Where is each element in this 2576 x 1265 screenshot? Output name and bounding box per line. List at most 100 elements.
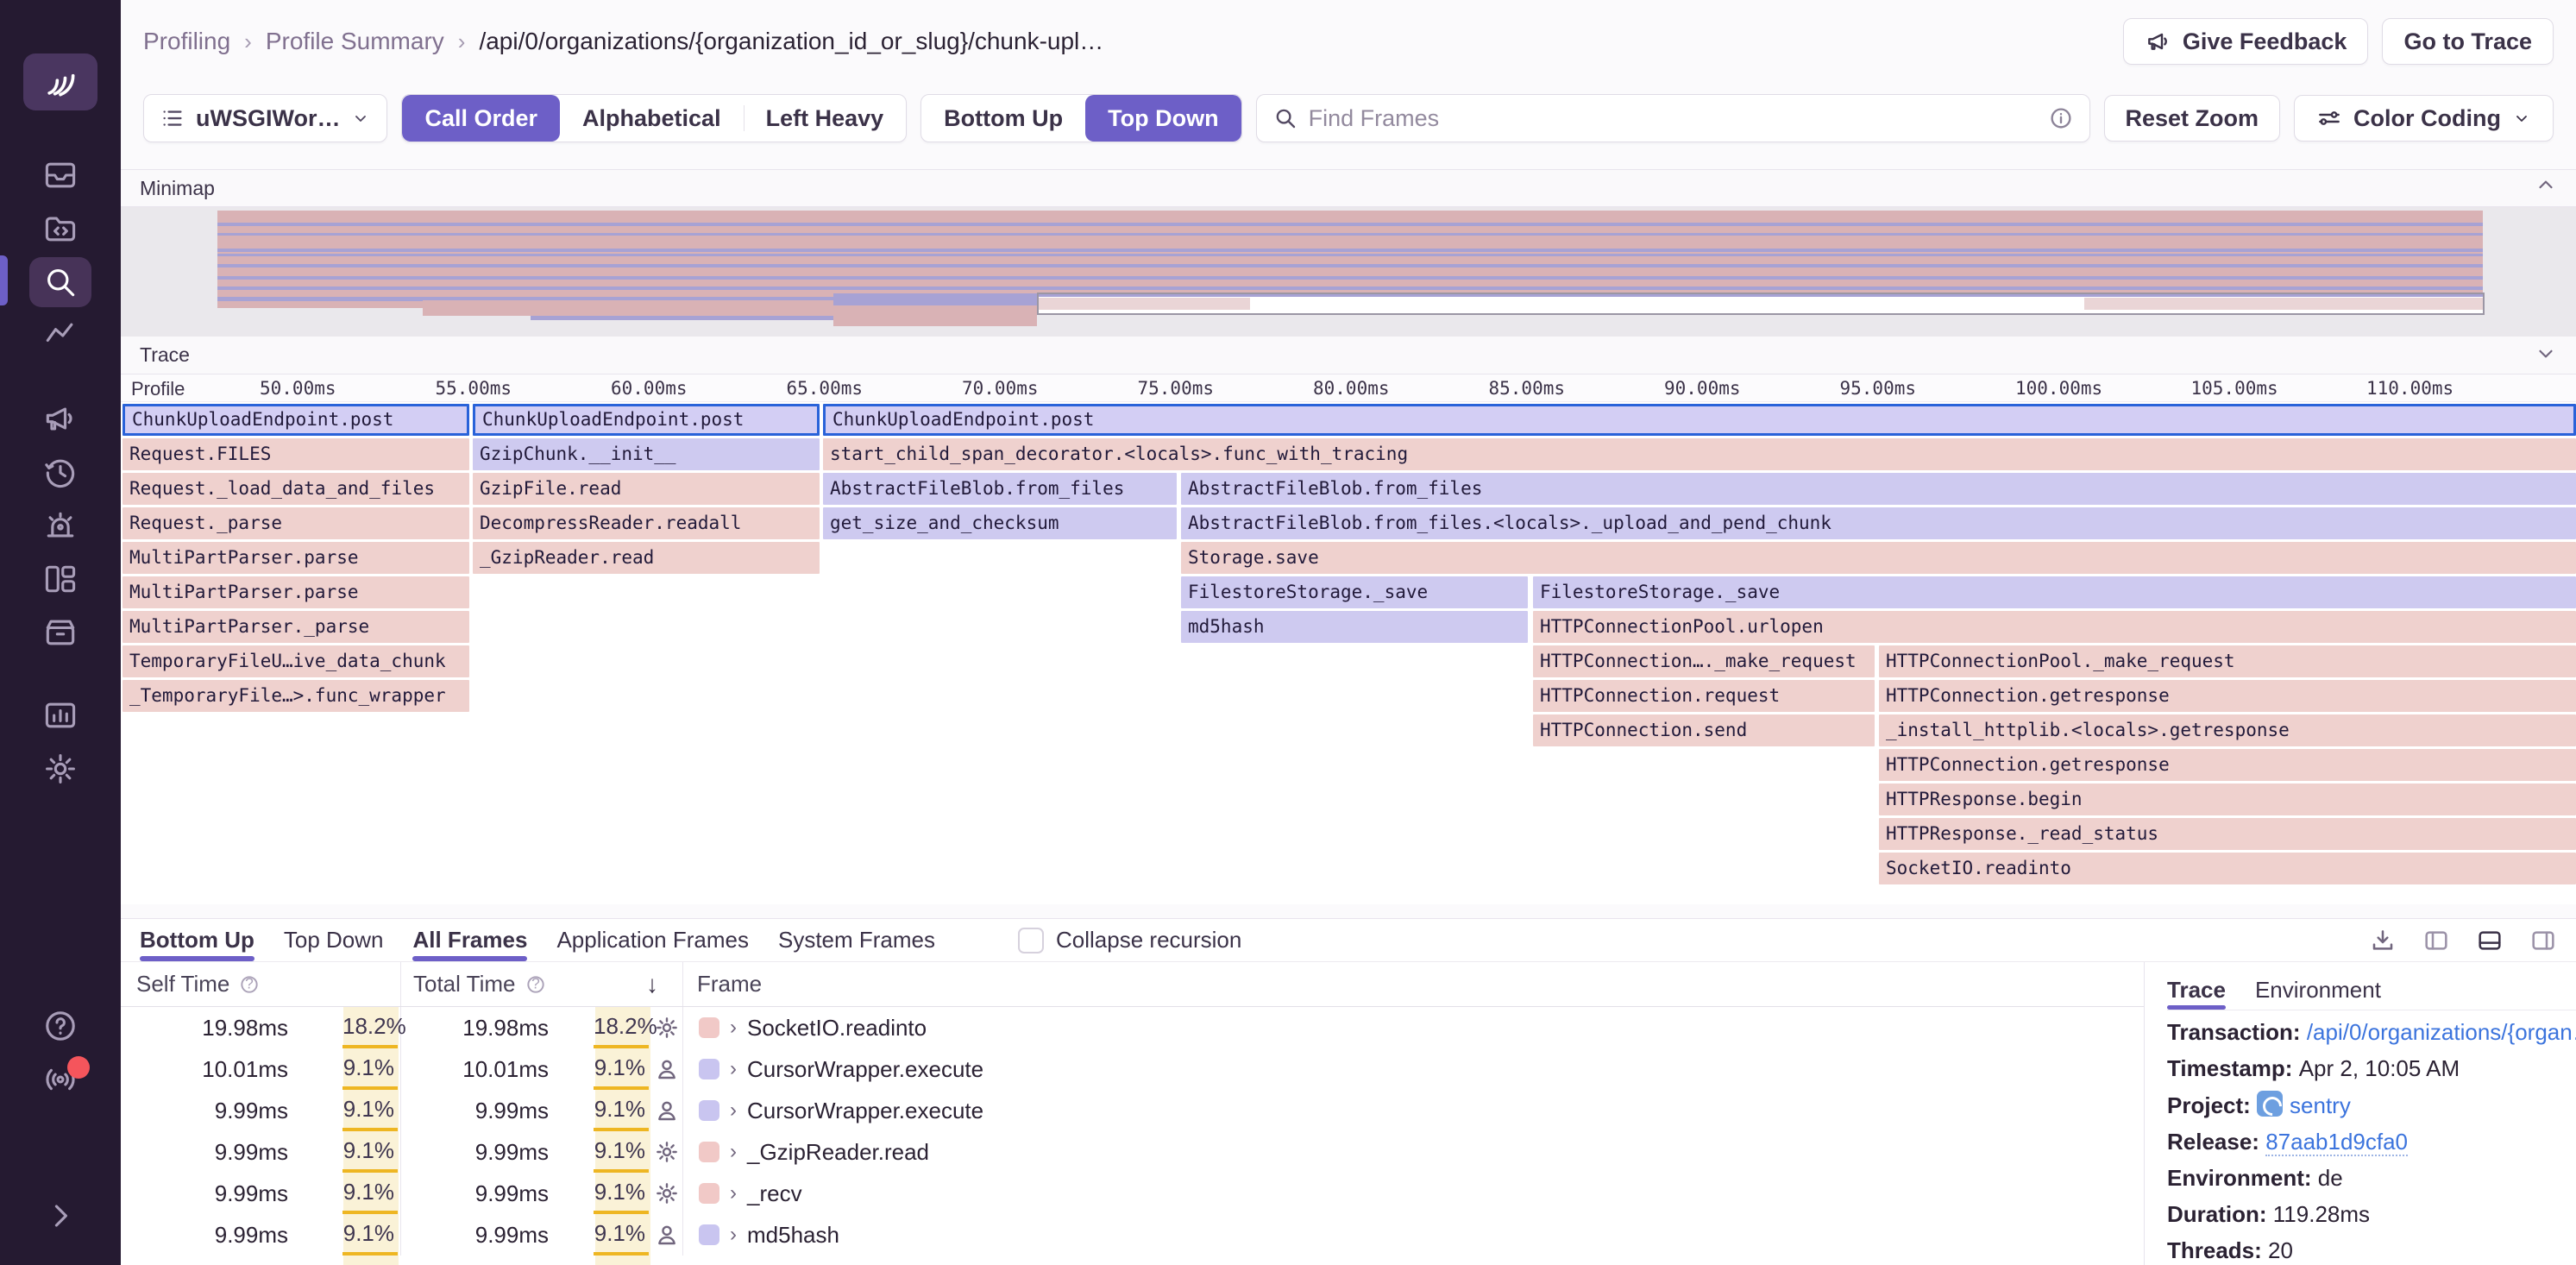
flame-frame[interactable]: _GzipReader.read xyxy=(473,542,820,574)
expand-row-icon[interactable]: › xyxy=(730,1223,737,1247)
flame-frame[interactable]: AbstractFileBlob.from_files xyxy=(823,473,1177,505)
give-feedback-button[interactable]: Give Feedback xyxy=(2123,18,2369,65)
detail-field-value[interactable]: sentry xyxy=(2290,1092,2351,1118)
flame-frame[interactable]: AbstractFileBlob.from_files.<locals>._up… xyxy=(1181,507,2576,539)
replays-icon[interactable] xyxy=(29,447,91,497)
tab-bottom-up[interactable]: Bottom Up xyxy=(140,919,254,961)
flame-frame[interactable]: FilestoreStorage._save xyxy=(1533,576,2576,608)
breadcrumb-item[interactable]: Profile Summary xyxy=(266,28,444,55)
collapse-recursion-control[interactable]: Collapse recursion xyxy=(1018,927,1241,953)
flame-frame[interactable]: HTTPConnection.send xyxy=(1533,714,1875,746)
stats-icon[interactable] xyxy=(29,690,91,740)
detail-field-value[interactable]: /api/0/organizations/{organ… xyxy=(2307,1019,2576,1045)
flame-frame[interactable]: HTTPResponse.begin xyxy=(1879,784,2576,815)
flame-frame[interactable]: MultiPartParser.parse xyxy=(123,576,469,608)
expand-row-icon[interactable]: › xyxy=(730,1057,737,1081)
flame-frame[interactable]: Request._parse xyxy=(123,507,469,539)
flame-frame[interactable]: HTTPConnectionPool._make_request xyxy=(1879,645,2576,677)
flame-frame[interactable]: ChunkUploadEndpoint.post xyxy=(823,404,2576,436)
table-row[interactable]: 10.01ms9.1%10.01ms9.1%›CursorWrapper.exe… xyxy=(121,1048,2144,1090)
flame-frame[interactable]: HTTPConnection.getresponse xyxy=(1879,680,2576,712)
flame-frame[interactable]: get_size_and_checksum xyxy=(823,507,1177,539)
flame-frame[interactable]: start_child_span_decorator.<locals>.func… xyxy=(823,438,2576,470)
flame-frame[interactable]: md5hash xyxy=(1181,611,1528,643)
flame-frame[interactable]: MultiPartParser.parse xyxy=(123,542,469,574)
direction-option-top-down[interactable]: Top Down xyxy=(1085,95,1241,142)
table-row[interactable]: 19.98ms18.2%19.98ms18.2%›SocketIO.readin… xyxy=(121,1007,2144,1048)
flame-frame[interactable]: Request.FILES xyxy=(123,438,469,470)
flame-frame[interactable]: ChunkUploadEndpoint.post xyxy=(123,404,469,436)
flame-frame[interactable]: GzipFile.read xyxy=(473,473,820,505)
total-time-column-header[interactable]: Total Time ? ↓ xyxy=(401,962,683,1006)
explore-icon[interactable] xyxy=(29,204,91,254)
settings-icon[interactable] xyxy=(29,744,91,794)
flame-frame[interactable]: DecompressReader.readall xyxy=(473,507,820,539)
download-icon[interactable] xyxy=(2369,927,2397,954)
detail-field-value[interactable]: 87aab1d9cfa0 xyxy=(2265,1129,2408,1156)
flame-frame[interactable]: _install_httplib.<locals>.getresponse xyxy=(1879,714,2576,746)
detail-tab-environment[interactable]: Environment xyxy=(2255,971,2381,1010)
sort-descending-icon[interactable]: ↓ xyxy=(646,971,658,998)
table-row[interactable]: 9.99ms9.1%9.99ms9.1%›md5hash xyxy=(121,1214,2144,1256)
table-row[interactable]: 9.99ms9.1%9.99ms9.1%›_recv xyxy=(121,1173,2144,1214)
frame-cell[interactable]: ›_GzipReader.read xyxy=(683,1131,2144,1173)
alerts-icon[interactable] xyxy=(29,500,91,551)
go-to-trace-button[interactable]: Go to Trace xyxy=(2382,18,2554,65)
breadcrumb-item[interactable]: /api/0/organizations/{organization_id_or… xyxy=(479,28,1103,55)
frame-cell[interactable]: ›SocketIO.readinto xyxy=(683,1007,2144,1048)
flame-frame[interactable]: HTTPConnection…._make_request xyxy=(1533,645,1875,677)
flame-frame[interactable]: TemporaryFileU…ive_data_chunk xyxy=(123,645,469,677)
search-input[interactable] xyxy=(1309,105,2038,132)
table-row[interactable]: 9.99ms9.1%9.99ms9.1%›CursorWrapper.execu… xyxy=(121,1090,2144,1131)
flame-frame[interactable]: AbstractFileBlob.from_files xyxy=(1181,473,2576,505)
flame-frame[interactable]: Storage.save xyxy=(1181,542,2576,574)
layout-right-icon[interactable] xyxy=(2529,927,2557,954)
flame-frame[interactable]: GzipChunk.__init__ xyxy=(473,438,820,470)
find-frames-search[interactable] xyxy=(1256,94,2090,142)
frame-cell[interactable]: ›_recv xyxy=(683,1173,2144,1214)
tab-system-frames[interactable]: System Frames xyxy=(778,919,935,961)
sorting-option-call-order[interactable]: Call Order xyxy=(402,95,560,142)
frame-cell[interactable]: ›CursorWrapper.execute xyxy=(683,1048,2144,1090)
frame-cell[interactable]: ›CursorWrapper.execute xyxy=(683,1090,2144,1131)
flame-frame[interactable]: ChunkUploadEndpoint.post xyxy=(473,404,820,436)
self-time-column-header[interactable]: Self Time ? xyxy=(121,962,401,1006)
flame-frame[interactable]: Request._load_data_and_files xyxy=(123,473,469,505)
expand-icon[interactable] xyxy=(29,1191,91,1241)
direction-option-bottom-up[interactable]: Bottom Up xyxy=(921,95,1085,142)
minimap-viewport[interactable] xyxy=(1037,293,2485,315)
releases-icon[interactable] xyxy=(29,607,91,658)
flame-frame[interactable]: HTTPConnection.getresponse xyxy=(1879,749,2576,781)
layout-bottom-icon[interactable] xyxy=(2476,927,2504,954)
flame-frame[interactable]: SocketIO.readinto xyxy=(1879,853,2576,884)
expand-row-icon[interactable]: › xyxy=(730,1181,737,1205)
help-icon[interactable] xyxy=(29,1001,91,1051)
tab-application-frames[interactable]: Application Frames xyxy=(556,919,749,961)
sorting-option-alphabetical[interactable]: Alphabetical xyxy=(560,95,744,142)
flame-frame[interactable]: FilestoreStorage._save xyxy=(1181,576,1528,608)
feedback-icon[interactable] xyxy=(29,393,91,444)
sorting-option-left-heavy[interactable]: Left Heavy xyxy=(744,95,907,142)
expand-row-icon[interactable]: › xyxy=(730,1140,737,1164)
insights-icon[interactable] xyxy=(29,311,91,361)
collapse-recursion-checkbox[interactable] xyxy=(1018,928,1044,953)
collapse-trace-icon[interactable] xyxy=(2535,342,2557,369)
color-coding-button[interactable]: Color Coding xyxy=(2294,95,2554,142)
minimap-canvas[interactable] xyxy=(121,207,2576,337)
flame-frame[interactable]: HTTPConnection.request xyxy=(1533,680,1875,712)
sentry-logo[interactable] xyxy=(23,53,97,110)
thread-selector[interactable]: uWSGIWor… xyxy=(143,94,387,142)
collapse-minimap-icon[interactable] xyxy=(2535,174,2557,202)
table-row[interactable]: 9.99ms9.1%9.99ms9.1%›_GzipReader.read xyxy=(121,1131,2144,1173)
flame-chart[interactable]: ChunkUploadEndpoint.postChunkUploadEndpo… xyxy=(121,402,2576,904)
frame-cell[interactable]: ›md5hash xyxy=(683,1214,2144,1256)
tab-top-down[interactable]: Top Down xyxy=(284,919,384,961)
search-icon[interactable] xyxy=(29,257,91,307)
breadcrumb-item[interactable]: Profiling xyxy=(143,28,230,55)
flame-frame[interactable]: HTTPResponse._read_status xyxy=(1879,818,2576,850)
issues-icon[interactable] xyxy=(29,150,91,200)
flame-frame[interactable]: _TemporaryFile…>.func_wrapper xyxy=(123,680,469,712)
flame-frame[interactable]: HTTPConnectionPool.urlopen xyxy=(1533,611,2576,643)
flame-frame[interactable]: MultiPartParser._parse xyxy=(123,611,469,643)
expand-row-icon[interactable]: › xyxy=(730,1016,737,1040)
